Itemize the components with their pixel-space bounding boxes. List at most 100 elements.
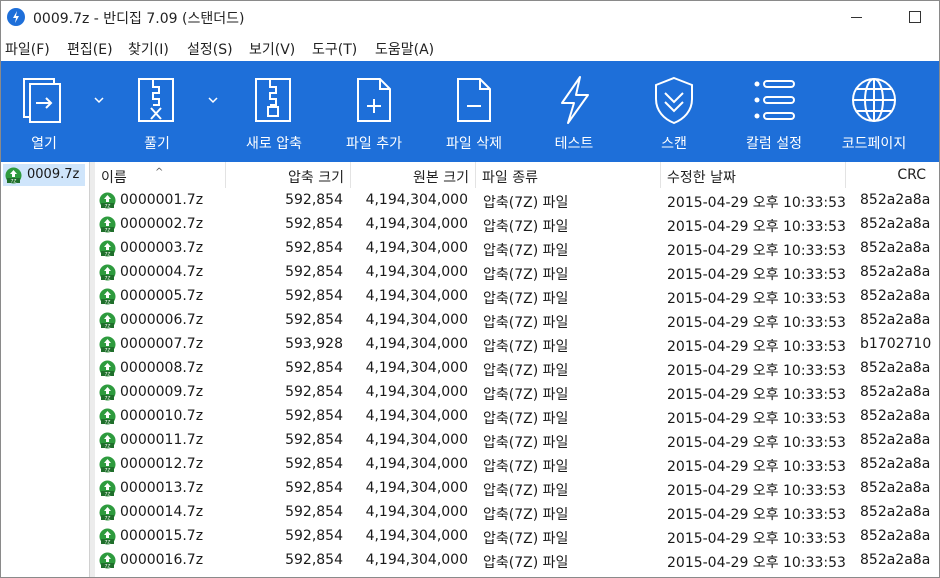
file-type: 압축(7Z) 파일 — [483, 411, 569, 427]
folder-tree: 7Z 0009.7z — [1, 162, 90, 577]
file-row[interactable]: 7Z 0000006.7z 592,854 4,194,304,000 압축(7Z) 파… — [95, 309, 939, 333]
sort-ascending-icon: ^ — [155, 167, 164, 178]
7z-archive-icon: 7Z — [5, 167, 22, 184]
open-button[interactable]: 열기 — [1, 61, 87, 162]
bandizip-logo-icon — [7, 8, 25, 26]
globe-icon — [852, 78, 896, 122]
menu-bar: 파일(F) 편집(E) 찾기(I) 설정(S) 보기(V) 도구(T) 도움말(… — [1, 35, 939, 59]
test-button[interactable]: 테스트 — [530, 61, 618, 162]
column-header-name[interactable]: ^ 이름 — [95, 162, 226, 188]
file-modified: 2015-04-29 오후 10:33:53 — [667, 315, 846, 331]
file-row[interactable]: 7Z 0000014.7z 592,854 4,194,304,000 압축(7Z) 파… — [95, 501, 939, 525]
file-type: 압축(7Z) 파일 — [483, 291, 569, 307]
extract-dropdown-icon[interactable] — [207, 95, 219, 105]
extract-button[interactable]: 풀기 — [109, 61, 205, 162]
maximize-button[interactable] — [907, 7, 927, 27]
codepage-button[interactable]: 코드페이지 — [830, 61, 918, 162]
delete-files-button[interactable]: 파일 삭제 — [430, 61, 518, 162]
file-modified: 2015-04-29 오후 10:33:53 — [667, 411, 846, 427]
new-archive-button[interactable]: 새로 압축 — [230, 61, 318, 162]
menu-help[interactable]: 도움말(A) — [375, 39, 434, 59]
7z-file-icon: 7Z — [99, 216, 116, 233]
file-packed-size: 592,854 — [285, 504, 343, 520]
menu-find[interactable]: 찾기(I) — [128, 39, 169, 59]
7z-file-icon: 7Z — [99, 432, 116, 449]
list-icon — [754, 80, 795, 120]
extract-label: 풀기 — [144, 136, 170, 152]
file-row[interactable]: 7Z 0000005.7z 592,854 4,194,304,000 압축(7Z) 파… — [95, 285, 939, 309]
add-files-button[interactable]: 파일 추가 — [330, 61, 418, 162]
file-crc: b1702710 — [860, 336, 932, 352]
file-row[interactable]: 7Z 0000013.7z 592,854 4,194,304,000 압축(7Z) 파… — [95, 477, 939, 501]
file-crc: 852a2a8a — [860, 288, 931, 304]
file-original-size: 4,194,304,000 — [365, 480, 468, 496]
file-row[interactable]: 7Z 0000001.7z 592,854 4,194,304,000 압축(7Z) 파… — [95, 189, 939, 213]
svg-text:7Z: 7Z — [105, 491, 111, 497]
tree-item-archive[interactable]: 7Z 0009.7z — [3, 164, 85, 186]
file-row[interactable]: 7Z 0000010.7z 592,854 4,194,304,000 압축(7Z) 파… — [95, 405, 939, 429]
scan-button[interactable]: 스캔 — [630, 61, 718, 162]
file-modified: 2015-04-29 오후 10:33:53 — [667, 243, 846, 259]
file-type: 압축(7Z) 파일 — [483, 243, 569, 259]
file-type: 압축(7Z) 파일 — [483, 483, 569, 499]
file-name: 0000005.7z — [120, 288, 204, 304]
file-original-size: 4,194,304,000 — [365, 240, 468, 256]
new-archive-label: 새로 압축 — [246, 136, 302, 152]
file-row[interactable]: 7Z 0000007.7z 593,928 4,194,304,000 압축(7Z) 파… — [95, 333, 939, 357]
menu-view[interactable]: 보기(V) — [249, 39, 295, 59]
file-packed-size: 592,854 — [285, 384, 343, 400]
minimize-button[interactable] — [849, 7, 869, 27]
file-row[interactable]: 7Z 0000002.7z 592,854 4,194,304,000 압축(7Z) 파… — [95, 213, 939, 237]
file-modified: 2015-04-29 오후 10:33:53 — [667, 507, 846, 523]
svg-text:7Z: 7Z — [105, 467, 111, 473]
7z-file-icon: 7Z — [99, 192, 116, 209]
file-type: 압축(7Z) 파일 — [483, 315, 569, 331]
file-row[interactable]: 7Z 0000015.7z 592,854 4,194,304,000 압축(7Z) 파… — [95, 525, 939, 549]
column-header-crc[interactable]: CRC — [846, 162, 939, 188]
svg-text:7Z: 7Z — [105, 515, 111, 521]
open-dropdown-icon[interactable] — [93, 95, 105, 105]
file-modified: 2015-04-29 오후 10:33:53 — [667, 219, 846, 235]
file-name: 0000006.7z — [120, 312, 204, 328]
column-settings-button[interactable]: 칼럼 설정 — [730, 61, 818, 162]
column-header-original-size[interactable]: 원본 크기 — [351, 162, 476, 188]
title-bar[interactable]: 0009.7z - 반디집 7.09 (스탠더드) — [1, 1, 939, 33]
file-packed-size: 592,854 — [285, 552, 343, 568]
column-header-modified[interactable]: 수정한 날짜 — [661, 162, 846, 188]
file-packed-size: 592,854 — [285, 192, 343, 208]
menu-edit[interactable]: 편집(E) — [67, 39, 113, 59]
file-name: 0000012.7z — [120, 456, 204, 472]
menu-file[interactable]: 파일(F) — [5, 39, 50, 59]
7z-file-icon: 7Z — [99, 408, 116, 425]
column-header-packed-size[interactable]: 압축 크기 — [226, 162, 351, 188]
file-crc: 852a2a8a — [860, 408, 931, 424]
file-type: 압축(7Z) 파일 — [483, 219, 569, 235]
file-row[interactable]: 7Z 0000011.7z 592,854 4,194,304,000 압축(7Z) 파… — [95, 429, 939, 453]
7z-file-icon: 7Z — [99, 360, 116, 377]
file-row[interactable]: 7Z 0000009.7z 592,854 4,194,304,000 압축(7Z) 파… — [95, 381, 939, 405]
file-type: 압축(7Z) 파일 — [483, 507, 569, 523]
file-modified: 2015-04-29 오후 10:33:53 — [667, 339, 846, 355]
file-row[interactable]: 7Z 0000012.7z 592,854 4,194,304,000 압축(7Z) 파… — [95, 453, 939, 477]
file-row[interactable]: 7Z 0000016.7z 592,854 4,194,304,000 압축(7Z) 파… — [95, 549, 939, 573]
column-header-file-type[interactable]: 파일 종류 — [476, 162, 661, 188]
svg-text:7Z: 7Z — [11, 178, 17, 184]
file-row[interactable]: 7Z 0000004.7z 592,854 4,194,304,000 압축(7Z) 파… — [95, 261, 939, 285]
menu-settings[interactable]: 설정(S) — [187, 39, 233, 59]
file-packed-size: 592,854 — [285, 432, 343, 448]
file-type: 압축(7Z) 파일 — [483, 339, 569, 355]
file-original-size: 4,194,304,000 — [365, 504, 468, 520]
open-icon — [23, 78, 61, 123]
file-crc: 852a2a8a — [860, 192, 931, 208]
7z-file-icon: 7Z — [99, 288, 116, 305]
menu-tools[interactable]: 도구(T) — [312, 39, 357, 59]
file-row[interactable]: 7Z 0000008.7z 592,854 4,194,304,000 압축(7Z) 파… — [95, 357, 939, 381]
file-crc: 852a2a8a — [860, 312, 931, 328]
file-packed-size: 592,854 — [285, 216, 343, 232]
window-title: 0009.7z - 반디집 7.09 (스탠더드) — [33, 11, 245, 27]
file-row[interactable]: 7Z 0000003.7z 592,854 4,194,304,000 압축(7Z) 파… — [95, 237, 939, 261]
delete-files-label: 파일 삭제 — [446, 136, 502, 152]
svg-text:7Z: 7Z — [105, 371, 111, 377]
lightning-icon — [561, 76, 589, 124]
file-packed-size: 592,854 — [285, 240, 343, 256]
